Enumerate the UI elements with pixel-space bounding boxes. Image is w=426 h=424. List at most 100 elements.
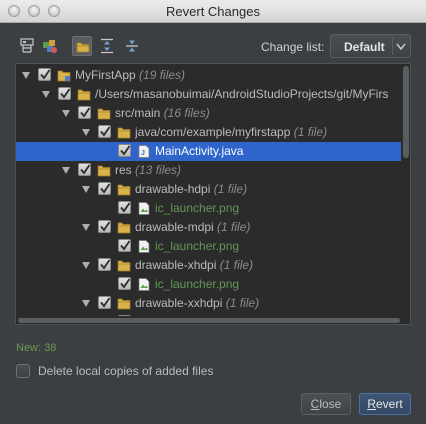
- delete-local-checkbox[interactable]: [16, 364, 30, 378]
- collapse-all-button[interactable]: [122, 36, 142, 56]
- tree-row-count: (13 files): [135, 163, 182, 177]
- change-list-dropdown[interactable]: Default: [330, 34, 411, 58]
- tree-row-label: ic_launcher.png: [155, 201, 239, 215]
- expand-all-button[interactable]: [97, 36, 117, 56]
- folder-icon: [97, 108, 111, 120]
- tree-row[interactable]: drawable-hdpi (1 file): [16, 180, 401, 199]
- tree-row-checkbox[interactable]: [118, 201, 131, 214]
- folder-icon: [97, 165, 111, 177]
- tree-row-checkbox[interactable]: [98, 125, 111, 138]
- tree-row-checkbox[interactable]: [38, 68, 51, 81]
- expand-arrow-icon[interactable]: [82, 224, 90, 231]
- tree-row-checkbox[interactable]: [78, 106, 91, 119]
- image-file-icon: [138, 240, 150, 253]
- expand-all-icon: [101, 38, 113, 54]
- folder-icon: [117, 184, 131, 196]
- collapse-all-icon: [126, 40, 138, 52]
- revert-button[interactable]: Revert: [359, 393, 411, 415]
- group-by-module-button[interactable]: [40, 36, 60, 56]
- tree-row-checkbox[interactable]: [58, 87, 71, 100]
- tree-row-count: (19 files): [139, 68, 186, 82]
- tree-row[interactable]: src/main (16 files): [16, 104, 401, 123]
- tree-row-label: /Users/masanobuimai/AndroidStudioProject…: [95, 87, 388, 101]
- expand-arrow-icon[interactable]: [82, 186, 90, 193]
- title-bar: Revert Changes: [0, 0, 426, 23]
- tree-row-name: res: [115, 163, 132, 177]
- expand-arrow-icon[interactable]: [82, 262, 90, 269]
- tree-row-checkbox[interactable]: [98, 296, 111, 309]
- java-file-icon: J: [138, 145, 150, 158]
- tree-row-checkbox[interactable]: [98, 182, 111, 195]
- horizontal-scrollbar-thumb[interactable]: [18, 318, 400, 323]
- tree-row-checkbox[interactable]: [118, 277, 131, 290]
- tree-row-checkbox[interactable]: [118, 239, 131, 252]
- tree-row[interactable]: drawable-xxhdpi (1 file): [16, 294, 401, 313]
- expand-arrow-icon[interactable]: [62, 167, 70, 174]
- tree-row-count: (16 files): [163, 106, 210, 120]
- tree-row-label: drawable-mdpi (1 file): [135, 220, 250, 234]
- tree-row-count: (1 file): [293, 125, 328, 139]
- show-flat-folders-icon: [76, 42, 90, 53]
- tree-row[interactable]: res (13 files): [16, 161, 401, 180]
- tree-row-label: MyFirstApp (19 files): [75, 68, 185, 82]
- tree-row-count: (1 file): [217, 220, 251, 234]
- tree-row-checkbox[interactable]: [98, 258, 111, 271]
- tree-row[interactable]: /Users/masanobuimai/AndroidStudioProject…: [16, 85, 401, 104]
- image-file-icon: [138, 202, 150, 215]
- tree-row[interactable]: drawable-xhdpi (1 file): [16, 256, 401, 275]
- tree-row[interactable]: ic_launcher.png: [16, 275, 401, 294]
- expand-arrow-icon[interactable]: [62, 110, 70, 117]
- tree-row-label: src/main (16 files): [115, 106, 210, 120]
- tree-row[interactable]: J MainActivity.java: [16, 142, 401, 161]
- tree-row[interactable]: java/com/example/myfirstapp (1 file): [16, 123, 401, 142]
- tree-row[interactable]: drawable-mdpi (1 file): [16, 218, 401, 237]
- tree-row-checkbox[interactable]: [118, 144, 131, 157]
- folder-icon: [77, 89, 91, 101]
- group-by-structure-button[interactable]: [17, 36, 37, 56]
- tree-row-label: MainActivity.java: [155, 144, 243, 158]
- tree-row-checkbox[interactable]: [78, 163, 91, 176]
- tree-row-label: ic_launcher.png: [155, 239, 239, 253]
- expand-arrow-icon[interactable]: [42, 91, 50, 98]
- tree-row-label: res (13 files): [115, 163, 181, 177]
- tree-row-name: src/main: [115, 106, 161, 120]
- delete-local-label: Delete local copies of added files: [38, 364, 214, 378]
- close-label-rest: lose: [319, 397, 342, 411]
- image-file-icon: [138, 278, 150, 291]
- tree-row-name: drawable-xxhdpi: [135, 296, 223, 310]
- chevron-down-icon: [396, 43, 406, 51]
- expand-arrow-icon[interactable]: [22, 72, 30, 79]
- tree-row-label: drawable-xhdpi (1 file): [135, 258, 253, 272]
- tree-row-name: java/com/example/myfirstapp: [135, 125, 291, 139]
- folder-icon: [117, 222, 131, 234]
- close-button[interactable]: Close: [301, 393, 351, 415]
- tree-row-label: java/com/example/myfirstapp (1 file): [135, 125, 327, 139]
- expand-arrow-icon[interactable]: [82, 300, 90, 307]
- tree-row-name: MyFirstApp: [75, 68, 136, 82]
- tree-row-checkbox[interactable]: [98, 220, 111, 233]
- tree-row-name: ic_launcher.png: [155, 239, 240, 253]
- folder-icon: [117, 298, 131, 310]
- tree-row[interactable]: ic_launcher.png: [16, 237, 401, 256]
- changes-tree[interactable]: ic_launcher.png drawable-xxhdpi (1 file) i…: [15, 63, 411, 325]
- revert-label-rest: evert: [375, 397, 403, 411]
- svg-text:J: J: [141, 150, 145, 157]
- tree-row[interactable]: ic_launcher.png: [16, 199, 401, 218]
- tree-row-count: (1 file): [213, 182, 248, 196]
- tree-row[interactable]: MyFirstApp (19 files): [16, 66, 401, 85]
- tree-row-name: MainActivity.java: [155, 144, 244, 158]
- module-folder-icon: [57, 70, 71, 82]
- expand-arrow-icon[interactable]: [82, 129, 90, 136]
- group-by-structure-icon: [20, 38, 34, 53]
- change-list-label: Change list:: [261, 40, 325, 54]
- vertical-scrollbar-thumb[interactable]: [403, 66, 409, 158]
- tree-row-name: drawable-xhdpi: [135, 258, 217, 272]
- revert-changes-dialog: Revert Changes Change list: Default draw…: [0, 0, 426, 424]
- tree-row-label: drawable-xxhdpi (1 file): [135, 296, 259, 310]
- tree-row-count: (1 file): [219, 258, 254, 272]
- tree-row-name: ic_launcher.png: [155, 277, 240, 291]
- new-files-count: New: 38: [16, 342, 57, 354]
- show-flat-folders-button[interactable]: [72, 36, 92, 56]
- tree-row-name: drawable-hdpi: [135, 182, 211, 196]
- group-by-module-icon: [43, 40, 57, 53]
